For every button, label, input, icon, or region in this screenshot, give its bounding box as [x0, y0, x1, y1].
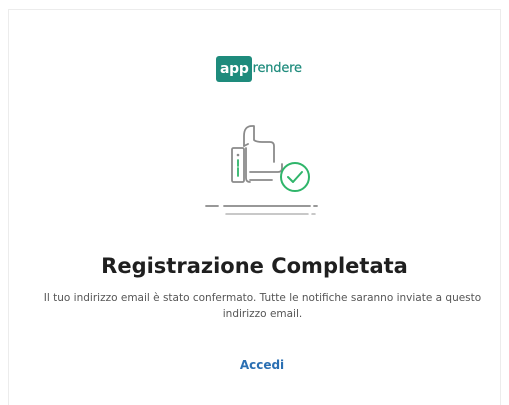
- page-title: Registrazione Completata: [101, 254, 408, 278]
- apprendere-logo: app rendere: [216, 56, 307, 82]
- logo-wordmark: rendere: [252, 61, 302, 76]
- logo-badge: app: [216, 56, 252, 82]
- thumbs-up-with-check-icon: [205, 125, 318, 215]
- page: app rendere Registrazione Completata Il …: [0, 0, 509, 405]
- confirmation-message: Il tuo indirizzo email è stato confermat…: [43, 292, 482, 320]
- login-link[interactable]: Accedi: [240, 358, 284, 372]
- login-link-container: Accedi: [0, 355, 509, 375]
